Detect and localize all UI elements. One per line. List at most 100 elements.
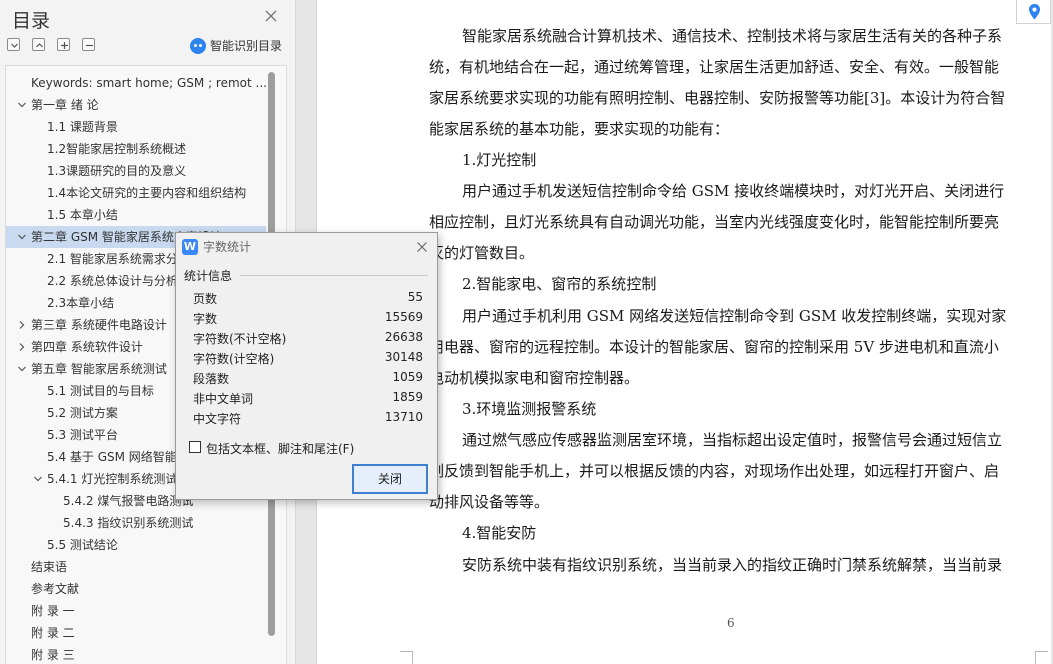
paragraph-line: 统，有机地结合在一起，通过统筹管理，让家居生活更加舒适、安全、有效。一般智能 bbox=[429, 58, 1000, 76]
paragraph-line: 用电器、窗帘的远程控制。本设计的智能家居、窗帘的控制采用 5V 步进电机和直流小 bbox=[429, 338, 999, 356]
toc-item[interactable]: 附 录 一 bbox=[6, 600, 266, 622]
paragraph-line: 用户通过手机利用 GSM 网络发送短信控制命令到 GSM 收发控制终端，实现对家 bbox=[462, 307, 1007, 325]
stat-value: 13710 bbox=[384, 410, 423, 424]
stat-row: 段落数 1059 bbox=[193, 370, 423, 390]
toc-item[interactable]: 参考文献 bbox=[6, 578, 266, 600]
paragraph-line: 安防系统中装有指纹识别系统，当当前录入的指纹正确时门禁系统解禁，当当前录 bbox=[462, 556, 1003, 574]
toc-item-label: 1.5 本章小结 bbox=[47, 208, 118, 222]
toc-item-label: 5.1 测试目的与目标 bbox=[47, 384, 154, 398]
toc-item-label: 5.4.3 指纹识别系统测试 bbox=[63, 516, 194, 530]
stat-label: 字符数(不计空格) bbox=[193, 332, 287, 346]
stat-value: 55 bbox=[407, 290, 423, 304]
toc-item-label: 结束语 bbox=[31, 560, 68, 574]
page-number: 6 bbox=[727, 616, 735, 630]
checkbox-box[interactable] bbox=[189, 441, 201, 453]
crop-mark bbox=[400, 651, 413, 652]
checkbox-label: 包括文本框、脚注和尾注(F) bbox=[206, 442, 355, 456]
toc-item-label: 5.5 测试结论 bbox=[47, 538, 118, 552]
crop-mark bbox=[1035, 651, 1048, 652]
toc-item[interactable]: 1.4本论文研究的主要内容和组织结构 bbox=[6, 182, 266, 204]
section-heading: 1.灯光控制 bbox=[462, 151, 537, 169]
crop-mark bbox=[412, 651, 413, 664]
toc-item-label: 2.1 智能家居系统需求分析 bbox=[47, 252, 190, 266]
paragraph-line: 家居系统要求实现的功能有照明控制、电器控制、安防报警等功能[3]。本设计为符合智 bbox=[429, 89, 1006, 107]
stat-value: 1059 bbox=[392, 370, 423, 384]
toc-item-label: 5.3 测试平台 bbox=[47, 428, 118, 442]
stat-row: 字符数(计空格) 30148 bbox=[193, 350, 423, 370]
stat-row: 中文字符 13710 bbox=[193, 410, 423, 430]
smart-toc-label: 智能识别目录 bbox=[210, 39, 283, 53]
stat-label: 中文字符 bbox=[193, 412, 242, 426]
add-heading-icon[interactable] bbox=[57, 38, 70, 51]
toc-item-label: 1.1 课题背景 bbox=[47, 120, 118, 134]
toc-item[interactable]: 第一章 绪 论 bbox=[6, 94, 266, 116]
word-count-dialog: W 字数统计 统计信息 页数 55 字数 15569 字符数(不计空格) 26638 … bbox=[175, 232, 438, 500]
close-nav-icon[interactable] bbox=[263, 8, 279, 24]
paragraph-line: 智能家居系统融合计算机技术、通信技术、控制技术将与家居生活有关的各种子系 bbox=[462, 27, 1003, 45]
toc-item-label: 第五章 智能家居系统测试 bbox=[31, 362, 167, 376]
paragraph-line: 电动机模拟家电和窗帘控制器。 bbox=[429, 369, 640, 387]
toc-item[interactable]: Keywords: smart home; GSM ; remot ... bbox=[6, 72, 267, 94]
app-logo-icon: W bbox=[182, 239, 198, 255]
toc-item[interactable]: 1.3课题研究的目的及意义 bbox=[6, 160, 266, 182]
stat-row: 字符数(不计空格) 26638 bbox=[193, 330, 423, 350]
stat-label: 字符数(计空格) bbox=[193, 352, 275, 366]
toc-item[interactable]: 5.5 测试结论 bbox=[6, 534, 266, 556]
dialog-title: 字数统计 bbox=[203, 240, 252, 254]
toc-item-label: 1.4本论文研究的主要内容和组织结构 bbox=[47, 186, 247, 200]
section-heading: 3.环境监测报警系统 bbox=[462, 400, 597, 418]
toc-item-label: 附 录 二 bbox=[31, 626, 75, 640]
close-button[interactable]: 关闭 bbox=[352, 464, 428, 494]
paragraph-line: 刻反馈到智能手机上，并可以根据反馈的内容，对现场作出处理，如远程打开窗户、启 bbox=[429, 462, 1000, 480]
toc-item-label: 1.2智能家居控制系统概述 bbox=[47, 142, 187, 156]
chevron-right-icon[interactable] bbox=[17, 342, 27, 352]
toc-item-label: 附 录 三 bbox=[31, 648, 75, 662]
crop-mark bbox=[1035, 651, 1036, 664]
statistics-group-label: 统计信息 bbox=[184, 269, 233, 283]
toc-item[interactable]: 附 录 三 bbox=[6, 644, 266, 664]
toc-item[interactable]: 结束语 bbox=[6, 556, 266, 578]
location-pin-button[interactable] bbox=[1016, 0, 1051, 24]
paragraph-line: 动排风设备等等。 bbox=[429, 493, 550, 511]
toc-item[interactable]: 1.1 课题背景 bbox=[6, 116, 266, 138]
chevron-down-icon[interactable] bbox=[33, 474, 43, 484]
paragraph-line: 通过燃气感应传感器监测居室环境，当指标超出设定值时，报警信号会通过短信立 bbox=[462, 431, 1003, 449]
expand-all-icon[interactable] bbox=[7, 38, 20, 51]
chevron-right-icon[interactable] bbox=[17, 320, 27, 330]
toc-item-label: 第四章 系统软件设计 bbox=[31, 340, 143, 354]
toc-item[interactable]: 5.4.3 指纹识别系统测试 bbox=[6, 512, 266, 534]
paragraph-line: 灭的灯管数目。 bbox=[429, 244, 535, 262]
paragraph-line: 能家居系统的基本功能，要求实现的功能有： bbox=[429, 120, 730, 138]
section-heading: 4.智能安防 bbox=[462, 524, 537, 542]
stat-value: 26638 bbox=[384, 330, 423, 344]
paragraph-line: 用户通过手机发送短信控制命令给 GSM 接收终端模块时，对灯光开启、关闭进行 bbox=[462, 182, 1005, 200]
stat-value: 30148 bbox=[384, 350, 423, 364]
toc-item-label: 5.2 测试方案 bbox=[47, 406, 118, 420]
nav-title: 目录 bbox=[12, 10, 51, 32]
toc-item-label: 1.3课题研究的目的及意义 bbox=[47, 164, 187, 178]
toc-item-label: Keywords: smart home; GSM ; remot ... bbox=[31, 76, 267, 90]
collapse-all-icon[interactable] bbox=[32, 38, 45, 51]
toc-item-label: 2.3本章小结 bbox=[47, 296, 115, 310]
toc-item-label: 5.4.1 灯光控制系统测试 bbox=[47, 472, 178, 486]
stat-value: 1859 bbox=[392, 390, 423, 404]
smart-toc-icon bbox=[190, 38, 206, 54]
chevron-down-icon[interactable] bbox=[17, 364, 27, 374]
toc-item-label: 5.4.2 煤气报警电路测试 bbox=[63, 494, 194, 508]
toc-item-label: 附 录 一 bbox=[31, 604, 75, 618]
chevron-down-icon[interactable] bbox=[17, 100, 27, 110]
chevron-down-icon[interactable] bbox=[17, 232, 27, 242]
stat-label: 非中文单词 bbox=[193, 392, 254, 406]
toc-item[interactable]: 1.5 本章小结 bbox=[6, 204, 266, 226]
location-pin-icon bbox=[1029, 4, 1040, 20]
toc-item-label: 参考文献 bbox=[31, 582, 80, 596]
toc-item[interactable]: 1.2智能家居控制系统概述 bbox=[6, 138, 266, 160]
dialog-close-icon[interactable] bbox=[414, 239, 430, 255]
stat-label: 字数 bbox=[193, 312, 218, 326]
toc-item-label: 第三章 系统硬件电路设计 bbox=[31, 318, 167, 332]
stat-row: 字数 15569 bbox=[193, 310, 423, 330]
toc-item[interactable]: 附 录 二 bbox=[6, 622, 266, 644]
remove-heading-icon[interactable] bbox=[82, 38, 95, 51]
stat-value: 15569 bbox=[384, 310, 423, 324]
stat-label: 页数 bbox=[193, 292, 218, 306]
